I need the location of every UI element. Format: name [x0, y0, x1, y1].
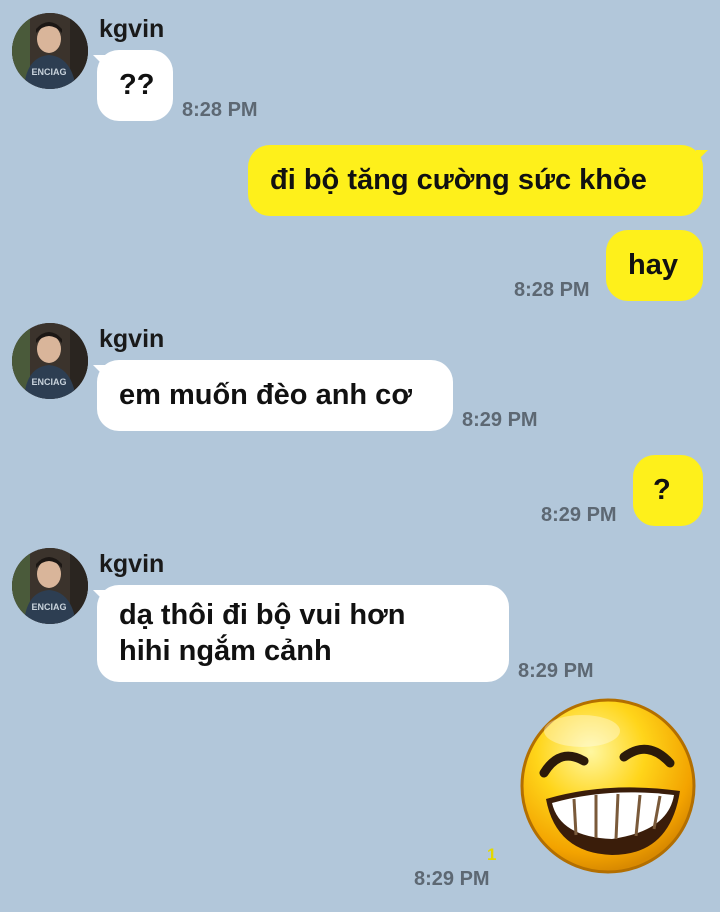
outgoing-message-bubble[interactable]: hay	[606, 230, 703, 301]
sender-name: kgvin	[99, 325, 165, 353]
contact-avatar[interactable]: ENCIAG	[12, 323, 88, 399]
incoming-message-bubble[interactable]: em muốn đèo anh cơ	[97, 360, 453, 431]
outgoing-message-bubble[interactable]: ?	[633, 455, 703, 526]
message-timestamp: 8:29 PM	[518, 660, 594, 682]
unread-count: 1	[487, 845, 497, 864]
laughing-emoji-sticker[interactable]	[512, 695, 704, 875]
incoming-message-bubble[interactable]: dạ thôi đi bộ vui hơn hihi ngắm cảnh	[97, 585, 509, 682]
message-timestamp: 8:29 PM	[462, 409, 538, 431]
message-text: hay	[628, 249, 678, 281]
sender-name: kgvin	[99, 15, 165, 43]
message-text: ?	[653, 474, 671, 506]
bubble-tail	[696, 150, 708, 162]
message-text: ??	[119, 69, 155, 101]
message-text: đi bộ tăng cường sức khỏe	[270, 164, 647, 196]
contact-avatar[interactable]: ENCIAG	[12, 548, 88, 624]
message-timestamp: 8:29 PM	[414, 868, 490, 890]
message-timestamp: 8:28 PM	[514, 279, 590, 301]
message-text-line: dạ thôi đi bộ vui hơn	[119, 599, 406, 631]
message-timestamp: 8:29 PM	[541, 504, 617, 526]
incoming-message-bubble[interactable]: ??	[97, 50, 173, 121]
svg-text:ENCIAG: ENCIAG	[31, 377, 66, 387]
contact-avatar[interactable]: ENCIAG	[12, 13, 88, 89]
sender-name: kgvin	[99, 550, 165, 578]
outgoing-message-bubble[interactable]: đi bộ tăng cường sức khỏe	[248, 145, 703, 216]
message-text: em muốn đèo anh cơ	[119, 379, 412, 411]
svg-text:ENCIAG: ENCIAG	[31, 602, 66, 612]
message-text-line: hihi ngắm cảnh	[119, 635, 332, 667]
svg-text:ENCIAG: ENCIAG	[31, 67, 66, 77]
message-timestamp: 8:28 PM	[182, 99, 258, 121]
